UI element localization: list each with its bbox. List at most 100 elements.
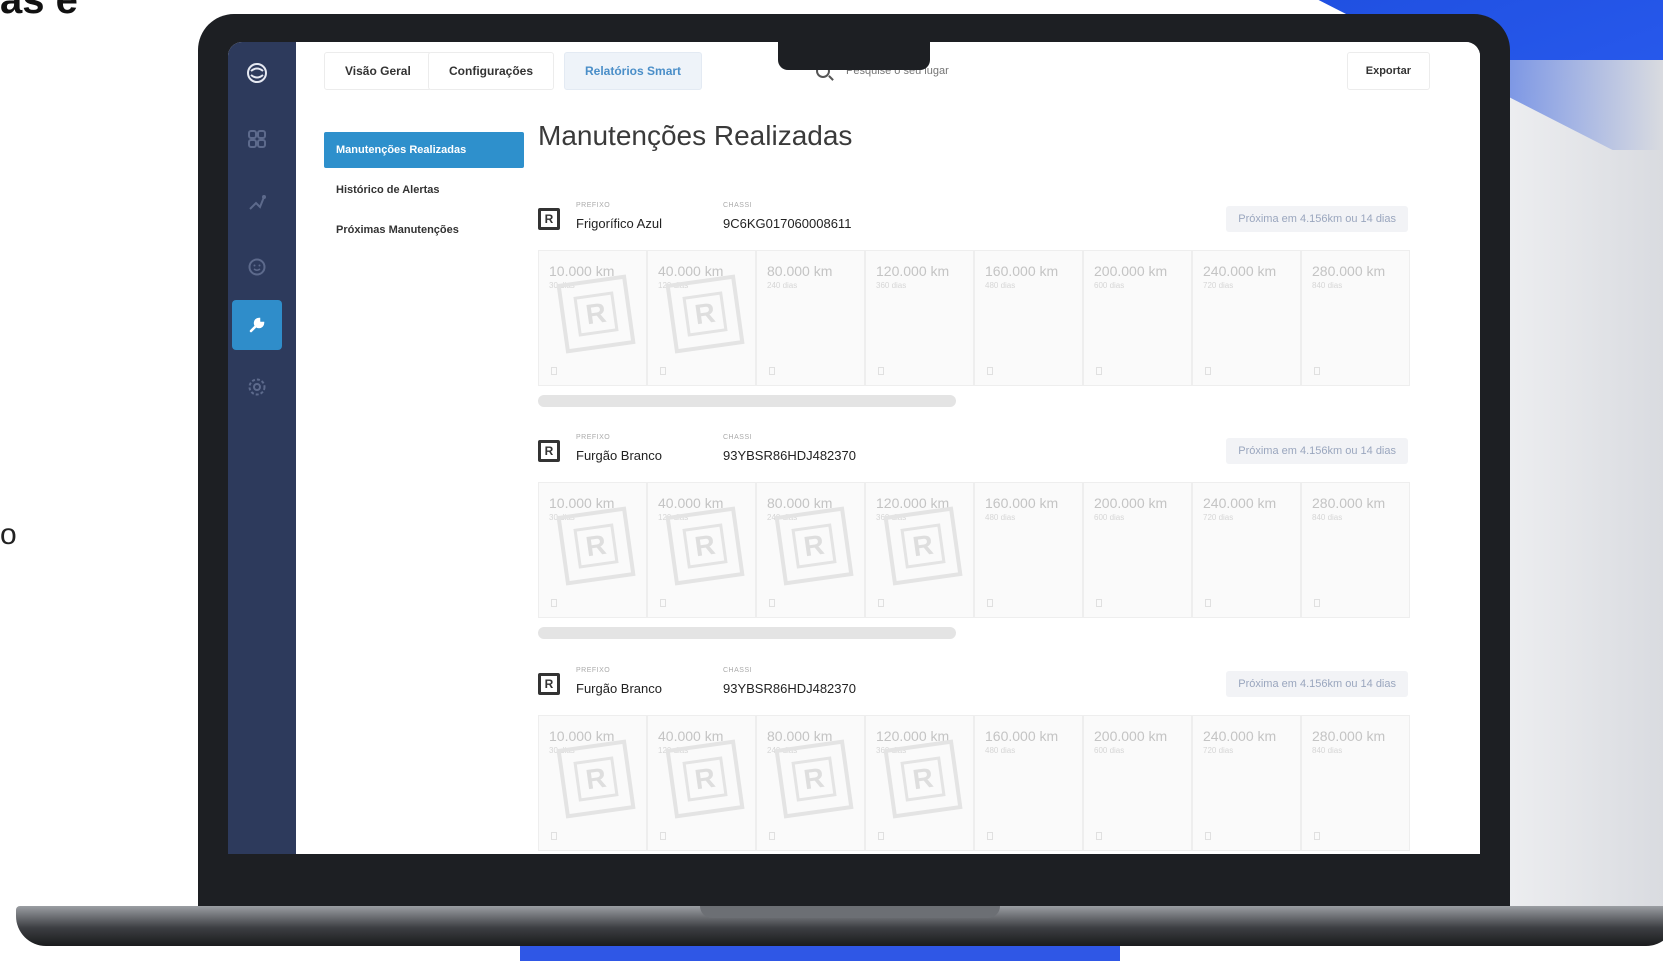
wrench-icon[interactable] — [232, 300, 282, 350]
vehicle-block: R PREFIXO Frigorífico Azul CHASSI 9C6KG01706… — [538, 198, 1410, 428]
card-file-icon — [878, 832, 884, 840]
cards-scrollbar[interactable] — [538, 395, 956, 407]
maintenance-card[interactable]: 80.000 km 240 dias R — [756, 715, 865, 851]
logo-icon[interactable] — [232, 48, 282, 98]
chassis-label: CHASSI — [723, 667, 753, 674]
realizada-stamp-icon: R — [556, 506, 636, 586]
card-km: 160.000 km — [985, 728, 1059, 744]
smiley-icon[interactable] — [232, 242, 282, 292]
main-content: Manutenções Realizadas R PREFIXO Frigorífi… — [538, 120, 1410, 851]
maintenance-card[interactable]: 160.000 km 480 dias — [974, 482, 1083, 618]
card-km: 200.000 km — [1094, 495, 1168, 511]
maintenance-card[interactable]: 40.000 km 120 dias R — [647, 482, 756, 618]
realizada-stamp-icon: R — [665, 274, 745, 354]
maintenance-cards: 10.000 km 30 dias R 40.000 km 120 dias R 80.00… — [538, 482, 1410, 618]
card-km: 160.000 km — [985, 263, 1059, 279]
card-days: 720 dias — [1203, 281, 1234, 290]
chassis-field: CHASSI 93YBSR86HDJ482370 — [723, 667, 856, 696]
next-maintenance-badge[interactable]: Próxima em 4.156km ou 14 dias — [1226, 438, 1408, 464]
card-days: 240 dias — [767, 281, 798, 290]
maintenance-card[interactable]: 40.000 km 120 dias R — [647, 250, 756, 386]
maintenance-card[interactable]: 240.000 km 720 dias — [1192, 482, 1301, 618]
tab-relatorios-smart[interactable]: Relatórios Smart — [564, 52, 703, 90]
card-file-icon — [987, 367, 993, 375]
laptop-screen: Visão Geral Configurações Relatórios Sma… — [228, 42, 1480, 854]
tab-visao-geral[interactable]: Visão Geral — [324, 52, 432, 90]
tab-configuracoes[interactable]: Configurações — [428, 52, 555, 90]
maintenance-card[interactable]: 160.000 km 480 dias — [974, 250, 1083, 386]
card-days: 840 dias — [1312, 281, 1343, 290]
cropped-heading-text: as e — [0, 0, 78, 22]
maintenance-card[interactable]: 280.000 km 840 dias — [1301, 482, 1410, 618]
stamp-letter: R — [900, 756, 946, 802]
card-file-icon — [551, 367, 557, 375]
card-days: 600 dias — [1094, 513, 1125, 522]
card-days: 360 dias — [876, 281, 907, 290]
card-file-icon — [1096, 599, 1102, 607]
maintenance-cards: 10.000 km 30 dias R 40.000 km 120 dias R 80.00… — [538, 250, 1410, 386]
card-km: 240.000 km — [1203, 728, 1277, 744]
maintenance-card[interactable]: 280.000 km 840 dias — [1301, 715, 1410, 851]
gear-icon[interactable] — [232, 362, 282, 412]
stamp-letter: R — [900, 523, 946, 569]
card-file-icon — [660, 367, 666, 375]
chassis-value: 93YBSR86HDJ482370 — [723, 681, 856, 696]
dashboard-icon[interactable] — [232, 114, 282, 164]
prefix-value: Frigorífico Azul — [576, 216, 662, 231]
card-km: 240.000 km — [1203, 495, 1277, 511]
vehicle-header: R PREFIXO Furgão Branco CHASSI 93YBSR86HDJ48… — [538, 430, 1408, 470]
prefix-field: PREFIXO Furgão Branco — [576, 667, 662, 696]
maintenance-card[interactable]: 240.000 km 720 dias — [1192, 715, 1301, 851]
maintenance-card[interactable]: 120.000 km 360 dias — [865, 250, 974, 386]
maintenance-card[interactable]: 80.000 km 240 dias R — [756, 482, 865, 618]
maintenance-cards: 10.000 km 30 dias R 40.000 km 120 dias R 80.00… — [538, 715, 1410, 851]
maintenance-card[interactable]: 120.000 km 360 dias R — [865, 715, 974, 851]
chassis-field: CHASSI 93YBSR86HDJ482370 — [723, 434, 856, 463]
maintenance-card[interactable]: 10.000 km 30 dias R — [538, 482, 647, 618]
card-file-icon — [660, 832, 666, 840]
chassis-value: 93YBSR86HDJ482370 — [723, 448, 856, 463]
maintenance-card[interactable]: 160.000 km 480 dias — [974, 715, 1083, 851]
card-file-icon — [769, 599, 775, 607]
maintenance-card[interactable]: 280.000 km 840 dias — [1301, 250, 1410, 386]
prefix-label: PREFIXO — [576, 667, 611, 674]
maintenance-card[interactable]: 200.000 km 600 dias — [1083, 482, 1192, 618]
cards-scrollbar[interactable] — [538, 627, 956, 639]
realizada-stamp-icon: R — [883, 506, 963, 586]
card-days: 480 dias — [985, 281, 1016, 290]
card-file-icon — [769, 832, 775, 840]
realizada-stamp-icon: R — [556, 274, 636, 354]
submenu-item-proximas-manutencoes[interactable]: Próximas Manutenções — [324, 212, 524, 248]
maintenance-card[interactable]: 10.000 km 30 dias R — [538, 250, 647, 386]
vehicle-block: R PREFIXO Furgão Branco CHASSI 93YBSR86HDJ48… — [538, 430, 1410, 660]
vehicle-header: R PREFIXO Furgão Branco CHASSI 93YBSR86HDJ48… — [538, 663, 1408, 703]
maintenance-card[interactable]: 40.000 km 120 dias R — [647, 715, 756, 851]
card-file-icon — [878, 367, 884, 375]
card-file-icon — [1096, 832, 1102, 840]
realizada-stamp-icon: R — [665, 506, 745, 586]
next-maintenance-badge[interactable]: Próxima em 4.156km ou 14 dias — [1226, 671, 1408, 697]
submenu-item-historico-alertas[interactable]: Histórico de Alertas — [324, 172, 524, 208]
maintenance-card[interactable]: 80.000 km 240 dias — [756, 250, 865, 386]
prefix-value: Furgão Branco — [576, 448, 662, 463]
prefix-field: PREFIXO Furgão Branco — [576, 434, 662, 463]
card-km: 200.000 km — [1094, 263, 1168, 279]
maintenance-card[interactable]: 200.000 km 600 dias — [1083, 250, 1192, 386]
maintenance-card[interactable]: 120.000 km 360 dias R — [865, 482, 974, 618]
side-navigation — [228, 42, 296, 854]
submenu-item-manutencoes-realizadas[interactable]: Manutenções Realizadas — [324, 132, 524, 168]
export-button[interactable]: Exportar — [1346, 52, 1430, 90]
vehicle-icon: R — [538, 208, 560, 230]
maintenance-card[interactable]: 200.000 km 600 dias — [1083, 715, 1192, 851]
route-icon[interactable] — [232, 178, 282, 228]
maintenance-card[interactable]: 240.000 km 720 dias — [1192, 250, 1301, 386]
card-km: 280.000 km — [1312, 495, 1386, 511]
card-file-icon — [769, 367, 775, 375]
cropped-body-text: o — [0, 518, 17, 551]
maintenance-card[interactable]: 10.000 km 30 dias R — [538, 715, 647, 851]
prefix-label: PREFIXO — [576, 434, 611, 441]
card-days: 720 dias — [1203, 746, 1234, 755]
next-maintenance-badge[interactable]: Próxima em 4.156km ou 14 dias — [1226, 206, 1408, 232]
chassis-field: CHASSI 9C6KG017060008611 — [723, 202, 851, 231]
card-km: 240.000 km — [1203, 263, 1277, 279]
